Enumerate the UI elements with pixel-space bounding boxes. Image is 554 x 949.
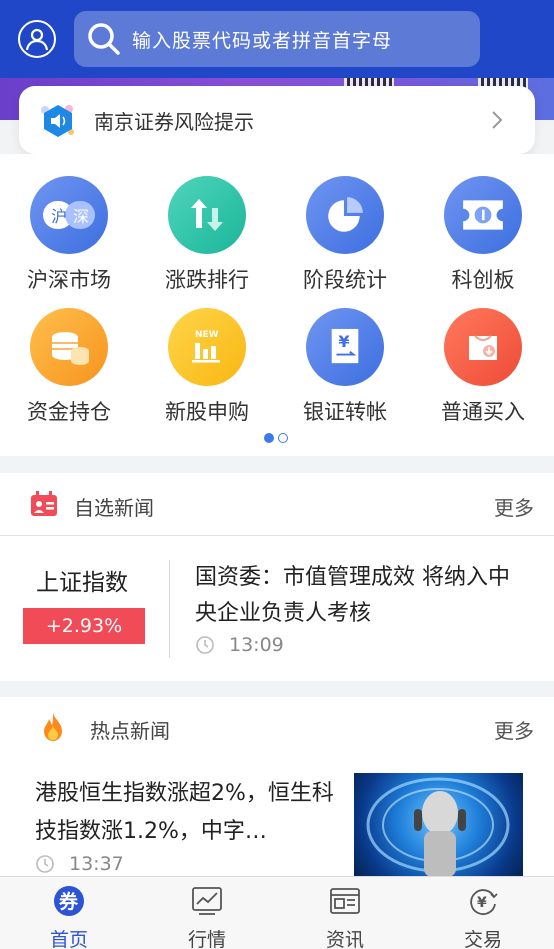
user-icon	[25, 28, 49, 51]
grid-item-funds-position[interactable]: 资金持仓	[0, 308, 138, 426]
flame-icon	[44, 713, 62, 741]
page-dot-active	[264, 433, 274, 443]
updown-arrows-icon	[168, 176, 246, 254]
chevron-right-icon	[492, 111, 503, 129]
news-thumbnail-image[interactable]	[354, 773, 523, 877]
news-time: 13:09	[195, 634, 284, 656]
speaker-icon	[41, 105, 74, 137]
divider	[0, 535, 554, 536]
news-headline[interactable]: 国资委：市值管理成效 将纳入中央企业负责人考核	[195, 560, 530, 632]
grid-item-stage-stats[interactable]: 阶段统计	[276, 176, 414, 294]
nav-tab-label: 资讯	[325, 929, 364, 949]
svg-text:券: 券	[58, 890, 79, 913]
calendar-id-icon	[31, 491, 57, 516]
page-indicator	[264, 433, 288, 443]
index-change-badge: +2.93%	[23, 608, 145, 644]
grid-item-label: 科创板	[451, 268, 515, 292]
search-input[interactable]: 输入股票代码或者拼音首字母	[74, 11, 480, 67]
grid-item-label: 资金持仓	[27, 400, 111, 424]
news-headline[interactable]: 港股恒生指数涨超2%，恒生科技指数涨1.2%，中字…	[35, 775, 335, 851]
grid-item-star-market[interactable]: 科创板	[414, 176, 552, 294]
search-icon	[88, 23, 120, 55]
svg-text:NEW: NEW	[195, 330, 219, 340]
clock-icon	[196, 636, 214, 654]
hushen-icon: 沪 深	[30, 176, 108, 254]
risk-notice-text: 南京证券风险提示	[94, 110, 254, 134]
nav-tab-news[interactable]: 资讯	[276, 877, 414, 949]
section-title: 热点新闻	[90, 719, 170, 743]
nav-tab-label: 交易	[463, 929, 502, 949]
svg-text:深: 深	[73, 207, 89, 226]
grid-item-label: 涨跌排行	[165, 268, 249, 292]
page-dot	[278, 433, 288, 443]
svg-text:¥: ¥	[477, 895, 487, 911]
section-title: 自选新闻	[74, 496, 154, 520]
nav-tab-label: 行情	[187, 929, 226, 949]
grid-item-label: 新股申购	[165, 400, 249, 424]
new-bars-icon: NEW	[168, 308, 246, 386]
divider	[169, 560, 170, 658]
user-avatar-button[interactable]	[18, 20, 56, 58]
svg-text:沪: 沪	[51, 207, 67, 226]
news-time-text: 13:37	[69, 853, 124, 875]
grid-item-label: 银证转帐	[303, 400, 387, 424]
grid-item-bank-transfer[interactable]: ¥ 银证转帐	[276, 308, 414, 426]
home-icon: 券	[54, 886, 84, 916]
top-header: 输入股票代码或者拼音首字母	[0, 0, 554, 78]
grid-item-hushen-market[interactable]: 沪 深 沪深市场	[0, 176, 138, 294]
grid-item-ipo-subscribe[interactable]: NEW 新股申购	[138, 308, 276, 426]
grid-item-label: 普通买入	[441, 400, 525, 424]
ticket-icon	[444, 176, 522, 254]
grid-item-buy[interactable]: 普通买入	[414, 308, 552, 426]
news-time-text: 13:09	[229, 634, 284, 656]
nav-tab-market[interactable]: 行情	[138, 877, 276, 949]
risk-notice-card[interactable]: 南京证券风险提示	[19, 86, 535, 154]
pie-chart-icon	[306, 176, 384, 254]
nav-tab-home[interactable]: 券 首页	[0, 877, 138, 949]
more-link[interactable]: 更多	[494, 715, 534, 744]
bag-icon	[444, 308, 522, 386]
grid-item-rank[interactable]: 涨跌排行	[138, 176, 276, 294]
grid-item-label: 沪深市场	[27, 268, 111, 292]
svg-text:¥: ¥	[338, 332, 350, 351]
trade-icon: ¥	[470, 889, 498, 916]
search-placeholder: 输入股票代码或者拼音首字母	[132, 29, 393, 52]
nav-tab-trade[interactable]: ¥ 交易	[414, 877, 552, 949]
index-name[interactable]: 上证指数	[36, 563, 128, 597]
news-time: 13:37	[35, 853, 124, 875]
bottom-navigation: 券 首页 行情 资讯 ¥ 交易	[0, 876, 554, 949]
grid-item-label: 阶段统计	[303, 268, 387, 292]
coins-icon	[30, 308, 108, 386]
market-icon	[192, 887, 222, 915]
yuan-card-icon: ¥	[306, 308, 384, 386]
news-icon	[330, 888, 360, 914]
more-link[interactable]: 更多	[494, 492, 534, 521]
clock-icon	[36, 855, 54, 873]
nav-tab-label: 首页	[49, 929, 88, 949]
